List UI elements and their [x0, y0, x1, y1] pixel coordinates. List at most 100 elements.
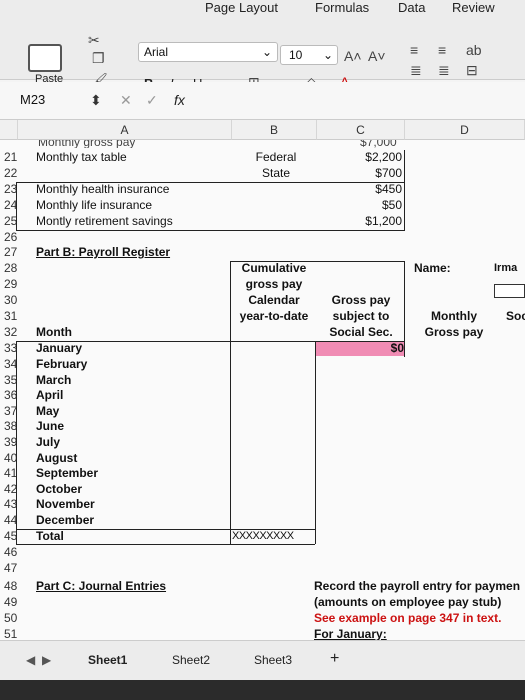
- cell-a23[interactable]: Monthly health insurance: [36, 182, 169, 197]
- align-center-icon[interactable]: ≣: [438, 62, 450, 79]
- row-number[interactable]: 29: [4, 277, 22, 292]
- row-number[interactable]: 41: [4, 466, 22, 481]
- add-sheet-button[interactable]: +: [330, 650, 339, 668]
- row-number[interactable]: 23: [4, 182, 22, 197]
- next-sheet-icon[interactable]: ▶: [42, 653, 51, 667]
- cell-e31[interactable]: Soc: [506, 309, 525, 324]
- row-number[interactable]: 35: [4, 373, 22, 388]
- column-header-c[interactable]: C: [317, 120, 405, 140]
- row-number[interactable]: 38: [4, 419, 22, 434]
- row-number[interactable]: 47: [4, 561, 22, 576]
- month-cell[interactable]: April: [36, 388, 63, 403]
- row-number[interactable]: 26: [4, 230, 22, 245]
- row-number[interactable]: 39: [4, 435, 22, 450]
- row-number[interactable]: 49: [4, 595, 22, 610]
- name-input-cell[interactable]: [494, 284, 525, 298]
- cell-c21[interactable]: $2,200: [316, 150, 402, 165]
- cell-c24[interactable]: $50: [316, 198, 402, 213]
- row-number[interactable]: 40: [4, 451, 22, 466]
- column-header-d[interactable]: D: [405, 120, 525, 140]
- tab-data[interactable]: Data: [398, 0, 425, 15]
- cell-c49[interactable]: (amounts on employee pay stub): [314, 595, 501, 610]
- row-number[interactable]: 32: [4, 325, 22, 340]
- month-cell[interactable]: October: [36, 482, 82, 497]
- cell-a21[interactable]: Monthly tax table: [36, 150, 127, 165]
- confirm-icon[interactable]: ✓: [146, 92, 158, 109]
- wrap-text-icon[interactable]: ab: [466, 42, 482, 58]
- row-number[interactable]: 45: [4, 529, 22, 544]
- cell-b21[interactable]: Federal: [236, 150, 316, 165]
- name-box[interactable]: M23: [20, 92, 45, 107]
- row-number[interactable]: 34: [4, 357, 22, 372]
- cell-d31[interactable]: Monthly: [414, 309, 494, 324]
- cell-e28[interactable]: Irma: [494, 261, 517, 276]
- cell-a27[interactable]: Part B: Payroll Register: [36, 245, 170, 260]
- cell-c48[interactable]: Record the payroll entry for paymen: [314, 579, 520, 594]
- cell-b31[interactable]: year-to-date: [232, 309, 316, 324]
- cell-c22[interactable]: $700: [316, 166, 402, 181]
- increase-font-icon[interactable]: A˄: [344, 48, 362, 64]
- align-left-icon[interactable]: ≣: [410, 62, 422, 79]
- prev-sheet-icon[interactable]: ◀: [26, 653, 35, 667]
- cell-a25[interactable]: Montly retirement savings: [36, 214, 173, 229]
- cell-b22[interactable]: State: [236, 166, 316, 181]
- month-cell[interactable]: September: [36, 466, 98, 481]
- stepper-icon[interactable]: ⬍: [90, 92, 102, 109]
- paste-icon[interactable]: [28, 44, 62, 72]
- cell-c32[interactable]: Social Sec.: [318, 325, 404, 340]
- column-header-a[interactable]: A: [18, 120, 232, 140]
- cancel-icon[interactable]: ✕: [120, 92, 132, 109]
- tab-formulas[interactable]: Formulas: [315, 0, 369, 15]
- cell-c33[interactable]: $0: [318, 341, 404, 356]
- cell-c23[interactable]: $450: [316, 182, 402, 197]
- row-number[interactable]: 27: [4, 245, 22, 260]
- decrease-font-icon[interactable]: A˅: [368, 48, 386, 64]
- function-icon[interactable]: fx: [174, 92, 185, 108]
- row-number[interactable]: 21: [4, 150, 22, 165]
- cell-c25[interactable]: $1,200: [316, 214, 402, 229]
- row-number[interactable]: 48: [4, 579, 22, 594]
- row-number[interactable]: 30: [4, 293, 22, 308]
- month-cell[interactable]: February: [36, 357, 87, 372]
- row-number[interactable]: 36: [4, 388, 22, 403]
- month-cell[interactable]: May: [36, 404, 59, 419]
- cell-c31[interactable]: subject to: [318, 309, 404, 324]
- month-cell[interactable]: July: [36, 435, 60, 450]
- row-number[interactable]: 31: [4, 309, 22, 324]
- row-number[interactable]: 43: [4, 497, 22, 512]
- cut-icon[interactable]: ✂: [88, 32, 100, 49]
- cell-d32[interactable]: Gross pay: [414, 325, 494, 340]
- tab-sheet2[interactable]: Sheet2: [172, 653, 210, 667]
- cell-c30[interactable]: Gross pay: [318, 293, 404, 308]
- font-name-select[interactable]: Arial ⌄: [138, 42, 278, 62]
- align-middle-icon[interactable]: ≡: [438, 42, 446, 58]
- month-cell[interactable]: November: [36, 497, 95, 512]
- tab-page-layout[interactable]: Page Layout: [205, 0, 278, 15]
- row-number[interactable]: 25: [4, 214, 22, 229]
- month-cell[interactable]: June: [36, 419, 64, 434]
- row-number[interactable]: 33: [4, 341, 22, 356]
- corner-header[interactable]: [0, 120, 18, 140]
- cell-a48[interactable]: Part C: Journal Entries: [36, 579, 166, 594]
- tab-sheet1[interactable]: Sheet1: [88, 653, 127, 667]
- cell-b30[interactable]: Calendar: [232, 293, 316, 308]
- merge-icon[interactable]: ⊟: [466, 62, 478, 79]
- month-cell[interactable]: August: [36, 451, 77, 466]
- row-number[interactable]: 24: [4, 198, 22, 213]
- cell-a24[interactable]: Monthly life insurance: [36, 198, 152, 213]
- row-number[interactable]: 44: [4, 513, 22, 528]
- cell-c50[interactable]: See example on page 347 in text.: [314, 611, 501, 626]
- month-cell[interactable]: March: [36, 373, 71, 388]
- align-top-icon[interactable]: ≡: [410, 42, 418, 58]
- row-number[interactable]: 28: [4, 261, 22, 276]
- tab-sheet3[interactable]: Sheet3: [254, 653, 292, 667]
- font-size-select[interactable]: 10 ⌄: [280, 45, 338, 65]
- tab-review[interactable]: Review: [452, 0, 495, 15]
- row-number[interactable]: 46: [4, 545, 22, 560]
- row-number[interactable]: 37: [4, 404, 22, 419]
- row-number[interactable]: 22: [4, 166, 22, 181]
- cell-b29[interactable]: gross pay: [232, 277, 316, 292]
- cell-b28[interactable]: Cumulative: [232, 261, 316, 276]
- cell-a33[interactable]: January: [36, 341, 82, 356]
- cell-a32[interactable]: Month: [36, 325, 72, 340]
